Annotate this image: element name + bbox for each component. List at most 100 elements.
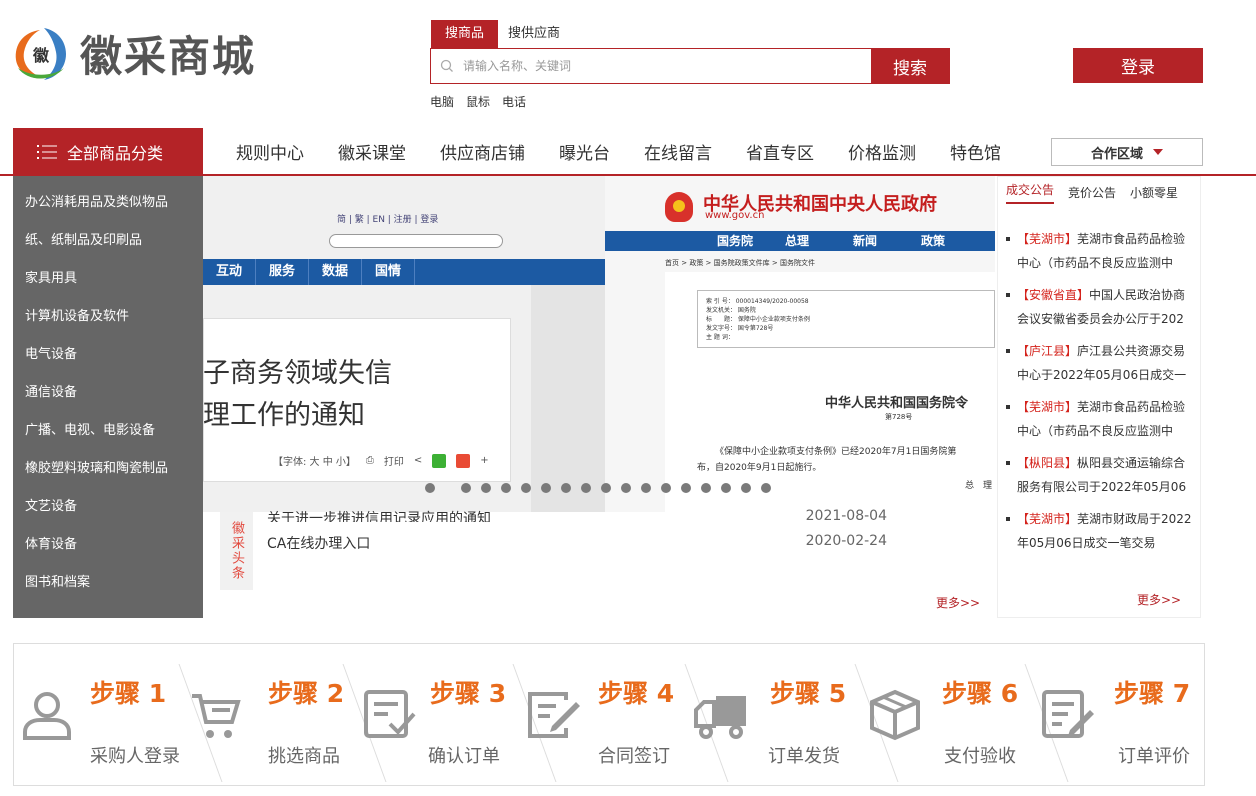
category-item[interactable]: 家具用具 [13, 260, 203, 298]
carousel-dot[interactable] [461, 483, 471, 493]
step-desc: 采购人登录 [90, 746, 180, 767]
hot-words: 电脑 鼠标 电话 [430, 93, 526, 110]
carousel-dot[interactable] [521, 483, 531, 493]
hot-word-link[interactable]: 电话 [502, 93, 526, 110]
step-3: 步骤 3 确认订单 [360, 644, 528, 785]
step-desc: 订单评价 [1118, 746, 1190, 767]
carousel-dot[interactable] [481, 483, 491, 493]
banner-title-line1: 子商务领域失信 [203, 358, 392, 389]
meta-line: 索 引 号： 000014349/2020-00058 [706, 298, 809, 305]
national-emblem-icon [665, 192, 693, 222]
step-desc: 确认订单 [428, 746, 500, 767]
coop-region-label: 合作区域 [1090, 146, 1143, 162]
notice-item[interactable]: 【安徽省直】中国人民政治协商会议安徽省委员会办公厅于202 [1004, 283, 1192, 339]
step-6: 步骤 6 支付验收 [866, 644, 1038, 785]
notice-item[interactable]: 【枞阳县】枞阳县交通运输综合服务有限公司于2022年05月06 [1004, 451, 1192, 507]
carousel-dot[interactable] [621, 483, 631, 493]
notice-item[interactable]: 【芜湖市】芜湖市食品药品检验中心（市药品不良反应监测中 [1004, 395, 1192, 451]
carousel-dot[interactable] [661, 483, 671, 493]
tab-bid-notice[interactable]: 竞价公告 [1068, 184, 1116, 201]
nav-item-rules[interactable]: 规则中心 [219, 139, 321, 164]
banner-nav-bar: 互动 服务 数据 国情 [203, 259, 605, 285]
notice-region: 【芜湖市】 [1017, 512, 1078, 526]
notice-region: 【芜湖市】 [1017, 400, 1078, 414]
font-size-control: 【字体: 大 中 小】 [273, 457, 356, 468]
carousel-dot[interactable] [641, 483, 651, 493]
category-item[interactable]: 电气设备 [13, 336, 203, 374]
headlines-tag: 徽采头条 [220, 512, 253, 590]
tab-small-purchase[interactable]: 小额零星 [1130, 184, 1178, 201]
category-item[interactable]: 通信设备 [13, 374, 203, 412]
category-item[interactable]: 计算机设备及软件 [13, 298, 203, 336]
site-logo[interactable]: 徽 徽采商城 [10, 24, 256, 82]
notice-region: 【枞阳县】 [1017, 456, 1078, 470]
headline-item[interactable]: CA在线办理入口 2020-02-24 [267, 533, 887, 553]
step-label: 步骤 4 [598, 679, 675, 708]
category-item[interactable]: 办公消耗用品及类似物品 [13, 184, 203, 222]
headline-item[interactable]: 关于进一步推进信用记录应用的通知 2021-08-04 [267, 508, 887, 522]
gov-nav-item: 政策 [921, 234, 946, 248]
notices-more-link[interactable]: 更多>> [1137, 591, 1181, 608]
carousel-dot[interactable] [425, 483, 435, 493]
carousel-dot[interactable] [581, 483, 591, 493]
banner-top-links: 简 | 繁 | EN | 注册 | 登录 [337, 215, 439, 225]
step-desc: 订单发货 [768, 746, 840, 767]
carousel-dot[interactable] [561, 483, 571, 493]
hot-word-link[interactable]: 鼠标 [466, 93, 490, 110]
category-item[interactable]: 文艺设备 [13, 488, 203, 526]
carousel-dot[interactable] [681, 483, 691, 493]
carousel-dot[interactable] [501, 483, 511, 493]
gov-document: 索 引 号： 000014349/2020-00058 发文机关： 国务院 标 … [665, 272, 995, 512]
login-button[interactable]: 登录 [1073, 48, 1203, 83]
tab-search-goods[interactable]: 搜商品 [431, 20, 499, 48]
step-desc: 合同签订 [598, 746, 670, 767]
step-desc: 支付验收 [944, 746, 1016, 767]
gov-doc-heading: 中华人民共和国国务院令 [825, 396, 969, 411]
nav-item-message[interactable]: 在线留言 [627, 139, 729, 164]
hot-word-link[interactable]: 电脑 [430, 93, 454, 110]
notice-item[interactable]: 【芜湖市】芜湖市食品药品检验中心（市药品不良反应监测中 [1004, 227, 1192, 283]
carousel-dot[interactable] [741, 483, 751, 493]
notice-item[interactable]: 【庐江县】庐江县公共资源交易中心于2022年05月06日成交一 [1004, 339, 1192, 395]
carousel-dot[interactable] [541, 483, 551, 493]
main-nav: 规则中心 徽采课堂 供应商店铺 曝光台 在线留言 省直专区 价格监测 特色馆 [219, 128, 1018, 174]
meta-line: 发文字号： 国令第728号 [706, 325, 774, 332]
nav-item-supplier-shops[interactable]: 供应商店铺 [423, 139, 542, 164]
category-item[interactable]: 纸、纸制品及印刷品 [13, 222, 203, 260]
headline-date: 2021-08-04 [805, 508, 887, 522]
headlines-more-link[interactable]: 更多>> [936, 594, 980, 611]
search-input[interactable] [463, 49, 871, 83]
category-item[interactable]: 图书和档案 [13, 564, 203, 602]
tab-search-supplier[interactable]: 搜供应商 [498, 20, 570, 48]
nav-item-exposure[interactable]: 曝光台 [542, 139, 627, 164]
nav-item-provincial[interactable]: 省直专区 [729, 139, 831, 164]
category-item[interactable]: 橡胶塑料玻璃和陶瓷制品 [13, 450, 203, 488]
gov-doc-meta: 索 引 号： 000014349/2020-00058 发文机关： 国务院 标 … [697, 290, 995, 348]
step-1: 步骤 1 采购人登录 [14, 644, 190, 785]
carousel-dot[interactable] [601, 483, 611, 493]
gov-site-url: www.gov.cn [705, 210, 765, 221]
gov-nav-item: 总理 [785, 234, 810, 248]
coop-region-dropdown[interactable]: 合作区域 [1051, 138, 1203, 166]
carousel-dot[interactable] [721, 483, 731, 493]
tab-deal-notice[interactable]: 成交公告 [1006, 181, 1055, 204]
all-categories-button[interactable]: 全部商品分类 [13, 128, 203, 176]
banner-carousel[interactable]: 简 | 繁 | EN | 注册 | 登录 互动 服务 数据 国情 子商务领域失信… [203, 176, 995, 512]
step-4: 步骤 4 合同签订 [526, 644, 696, 785]
carousel-dot[interactable] [761, 483, 771, 493]
search-button[interactable]: 搜索 [871, 49, 949, 83]
notice-item[interactable]: 【芜湖市】芜湖市财政局于2022年05月06日成交一笔交易 [1004, 507, 1192, 563]
nav-item-featured[interactable]: 特色馆 [933, 139, 1018, 164]
category-item[interactable]: 体育设备 [13, 526, 203, 564]
wechat-icon [432, 453, 447, 468]
purchase-steps: 步骤 1 采购人登录 步骤 2 挑选商品 步骤 3 确认订单 步骤 4 合同签订… [13, 643, 1205, 786]
category-menu: 办公消耗用品及类似物品 纸、纸制品及印刷品 家具用具 计算机设备及软件 电气设备… [13, 176, 203, 618]
nav-item-price-monitor[interactable]: 价格监测 [831, 139, 933, 164]
search-box: 搜索 [430, 48, 950, 84]
gov-nav-bar: 国务院 总理 新闻 政策 [605, 231, 995, 251]
nav-item-classroom[interactable]: 徽采课堂 [321, 139, 423, 164]
category-item[interactable]: 广播、电视、电影设备 [13, 412, 203, 450]
carousel-dot[interactable] [701, 483, 711, 493]
truck-icon [694, 696, 746, 739]
gov-nav-item: 国务院 [717, 234, 754, 248]
